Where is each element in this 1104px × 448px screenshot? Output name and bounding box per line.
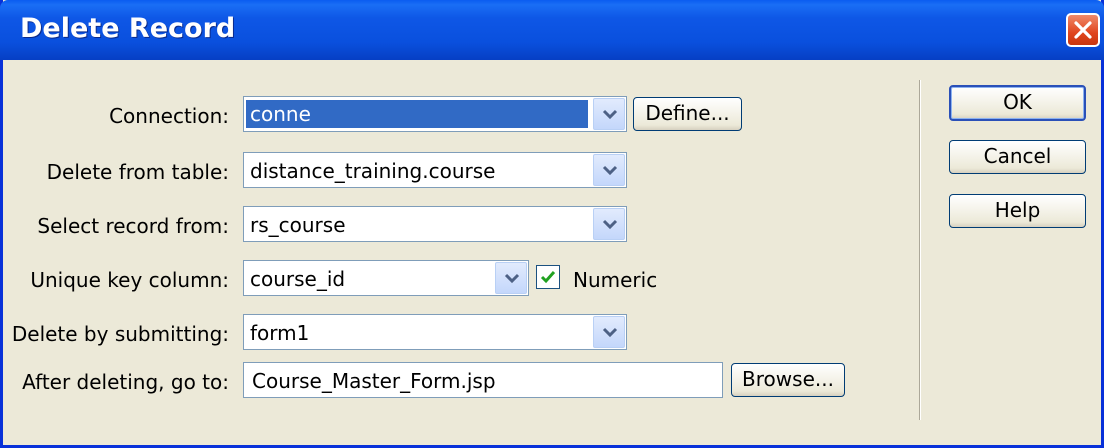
delete-by-submitting-dropdown-button[interactable]	[593, 316, 625, 348]
close-icon	[1074, 21, 1092, 39]
cancel-button[interactable]: Cancel	[949, 140, 1086, 174]
numeric-checkbox[interactable]	[536, 265, 560, 289]
delete-by-submitting-value: form1	[250, 321, 310, 345]
ok-button[interactable]: OK	[949, 85, 1086, 121]
define-button[interactable]: Define...	[633, 97, 742, 131]
after-deleting-value: Course_Master_Form.jsp	[252, 369, 496, 393]
unique-key-column-label: Unique key column:	[30, 268, 229, 292]
delete-from-table-label: Delete from table:	[46, 160, 229, 184]
after-deleting-label: After deleting, go to:	[22, 370, 229, 394]
close-button[interactable]	[1066, 13, 1100, 47]
unique-key-column-dropdown-button[interactable]	[495, 262, 527, 294]
window-title: Delete Record	[20, 13, 236, 44]
title-bar[interactable]: Delete Record	[0, 0, 1104, 60]
browse-button[interactable]: Browse...	[731, 363, 845, 397]
delete-from-table-value: distance_training.course	[250, 159, 496, 183]
numeric-label: Numeric	[573, 268, 658, 292]
connection-value: conne	[246, 100, 588, 128]
separator	[919, 80, 921, 420]
unique-key-column-select[interactable]: course_id	[243, 260, 529, 296]
select-record-from-value: rs_course	[250, 213, 346, 237]
connection-select[interactable]: conne	[243, 96, 627, 132]
delete-record-dialog: Delete Record Connection: conne Define..…	[0, 0, 1104, 448]
chevron-down-icon	[602, 219, 618, 230]
delete-by-submitting-select[interactable]: form1	[243, 314, 627, 350]
help-button[interactable]: Help	[949, 194, 1086, 228]
connection-label: Connection:	[109, 104, 229, 128]
delete-by-submitting-label: Delete by submitting:	[11, 322, 229, 346]
chevron-down-icon	[504, 273, 520, 284]
select-record-from-label: Select record from:	[37, 214, 229, 238]
chevron-down-icon	[602, 165, 618, 176]
chevron-down-icon	[602, 327, 618, 338]
after-deleting-input[interactable]: Course_Master_Form.jsp	[243, 362, 723, 398]
delete-from-table-dropdown-button[interactable]	[593, 154, 625, 186]
select-record-from-select[interactable]: rs_course	[243, 206, 627, 242]
select-record-from-dropdown-button[interactable]	[593, 208, 625, 240]
unique-key-column-value: course_id	[250, 267, 346, 291]
chevron-down-icon	[602, 109, 618, 120]
checkmark-icon	[540, 271, 556, 284]
connection-dropdown-button[interactable]	[593, 98, 625, 130]
delete-from-table-select[interactable]: distance_training.course	[243, 152, 627, 188]
